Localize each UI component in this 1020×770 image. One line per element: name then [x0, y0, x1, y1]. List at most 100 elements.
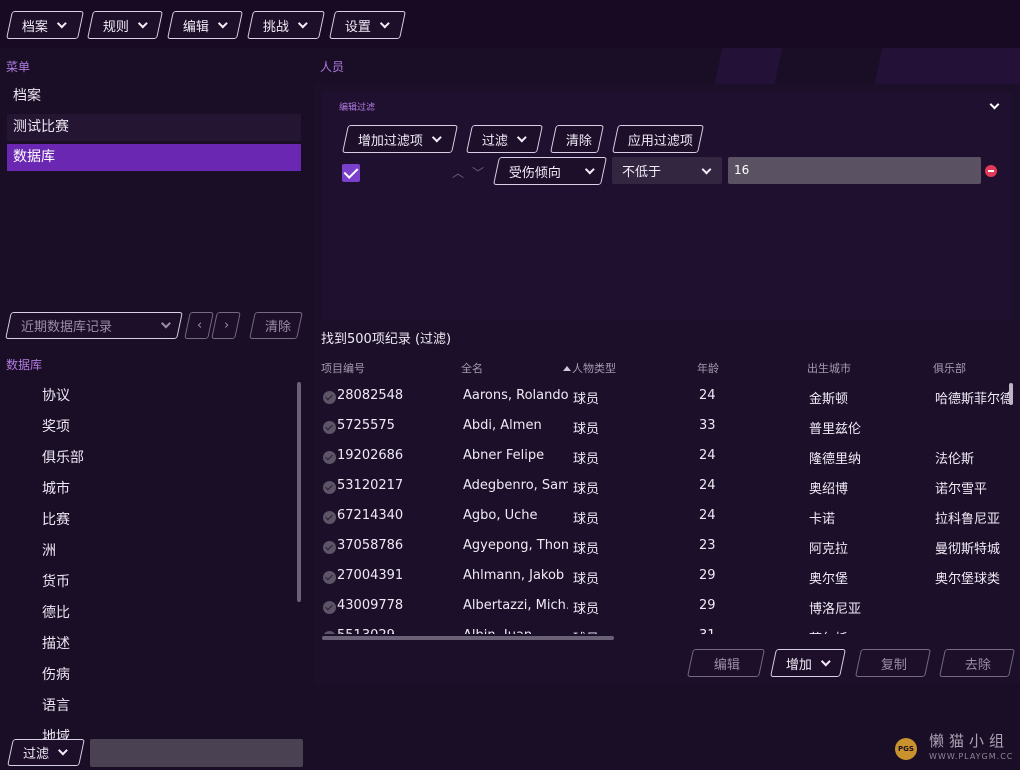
- cell-age: 24: [699, 388, 716, 403]
- column-header-name[interactable]: 全名: [461, 360, 483, 376]
- table-row[interactable]: 43009778 Albertazzi, Mich… 球员 29 博洛尼亚: [320, 592, 1015, 622]
- database-list-scrollbar[interactable]: [297, 382, 301, 602]
- cell-age: 24: [699, 448, 716, 463]
- recent-back-button[interactable]: ‹: [184, 312, 214, 339]
- database-item[interactable]: 奖项: [42, 416, 70, 436]
- apply-filter-button[interactable]: 应用过滤项: [612, 125, 704, 153]
- apply-filter-label: 应用过滤项: [628, 133, 694, 149]
- cell-id: 37058786: [337, 538, 404, 553]
- move-up-down-icon[interactable]: ︿﹀: [452, 164, 492, 181]
- menu-profile[interactable]: 档案: [6, 11, 84, 39]
- database-item[interactable]: 伤病: [42, 664, 70, 684]
- sidebar-item-profile[interactable]: 档案: [7, 83, 301, 110]
- chevron-down-icon: [137, 18, 148, 28]
- database-item[interactable]: 语言: [42, 695, 70, 715]
- chevron-down-icon: [217, 18, 228, 28]
- add-filter-button[interactable]: 增加过滤项: [342, 125, 458, 153]
- recent-db-select[interactable]: 近期数据库记录: [5, 312, 183, 339]
- database-item[interactable]: 描述: [42, 633, 70, 653]
- table-row[interactable]: 37058786 Agyepong, Thom… 球员 23 阿克拉 曼彻斯特城: [320, 532, 1015, 562]
- copy-button-label: 复制: [880, 657, 907, 673]
- database-item[interactable]: 协议: [42, 385, 70, 405]
- table-row[interactable]: 5513029 Albin, Juan 球员 31 萨尔托: [320, 622, 1015, 634]
- column-header-birth-city[interactable]: 出生城市: [807, 360, 851, 376]
- database-item[interactable]: 比赛: [42, 509, 70, 529]
- table-vertical-scrollbar[interactable]: [1009, 383, 1013, 405]
- remove-filter-icon[interactable]: [985, 165, 997, 177]
- verified-icon: [323, 421, 336, 434]
- cell-birth-city: 奥绍博: [809, 482, 849, 497]
- menu-edit-label: 编辑: [183, 19, 210, 35]
- verified-icon: [323, 541, 336, 554]
- cell-age: 29: [699, 598, 716, 613]
- result-count: 找到500项纪录 (过滤): [321, 332, 452, 347]
- column-header-club[interactable]: 俱乐部: [933, 360, 966, 376]
- recent-clear-button[interactable]: 清除: [249, 312, 303, 339]
- chevron-right-icon: ›: [224, 318, 230, 333]
- menu-settings[interactable]: 设置: [329, 11, 406, 39]
- cell-birth-city: 卡诺: [809, 512, 836, 527]
- chevron-down-icon: [431, 132, 442, 142]
- cell-birth-city: 隆德里纳: [809, 452, 862, 467]
- cell-age: 33: [699, 418, 716, 433]
- filter-operator-select[interactable]: 不低于: [612, 157, 722, 184]
- cell-birth-city: 博洛尼亚: [809, 602, 862, 617]
- menu-rules[interactable]: 规则: [87, 11, 163, 39]
- recent-forward-button[interactable]: ›: [211, 312, 241, 339]
- table-row[interactable]: 5725575 Abdi, Almen 球员 33 普里兹伦: [320, 412, 1015, 442]
- cell-name: Ahlmann, Jakob: [463, 568, 565, 583]
- table-horizontal-scrollbar[interactable]: [322, 636, 614, 640]
- verified-icon: [323, 481, 336, 494]
- verified-icon: [323, 601, 336, 614]
- table-row[interactable]: 67214340 Agbo, Uche 球员 24 卡诺 拉科鲁尼亚: [320, 502, 1015, 532]
- database-item[interactable]: 俱乐部: [42, 447, 84, 467]
- filter-text-input[interactable]: [90, 739, 303, 767]
- copy-button[interactable]: 复制: [855, 649, 931, 677]
- app-root: 档案 规则 编辑 挑战 设置 菜单 档案 测试比赛 数据库 近期数据库记录 ‹ …: [0, 0, 1020, 770]
- cell-name: Agyepong, Thom…: [463, 538, 568, 553]
- remove-button[interactable]: 去除: [939, 649, 1015, 677]
- sidebar-item-database[interactable]: 数据库: [7, 144, 301, 171]
- clear-filter-button[interactable]: 清除: [550, 125, 604, 153]
- cell-type: 球员: [573, 452, 600, 467]
- table-row[interactable]: 28082548 Aarons, Rolando 球员 24 金斯顿 哈德斯菲尔德: [320, 382, 1015, 412]
- cell-type: 球员: [573, 628, 683, 634]
- menu-edit[interactable]: 编辑: [167, 11, 243, 39]
- cell-name: Agbo, Uche: [463, 508, 538, 523]
- table-row[interactable]: 19202686 Abner Felipe 球员 24 隆德里纳 法伦斯: [320, 442, 1015, 472]
- cell-age: 24: [699, 508, 716, 523]
- column-header-id[interactable]: 项目编号: [321, 360, 365, 376]
- database-item[interactable]: 货币: [42, 571, 70, 591]
- add-button-label: 增加: [786, 657, 813, 673]
- cell-age: 24: [699, 478, 716, 493]
- menu-settings-label: 设置: [345, 19, 372, 35]
- recent-clear-label: 清除: [265, 320, 292, 335]
- verified-icon: [323, 391, 336, 404]
- filter-dropdown[interactable]: 过滤: [7, 739, 85, 766]
- filter-value-input[interactable]: 16: [728, 157, 981, 184]
- watermark-subtitle: WWW.PLAYGM.CC: [929, 752, 1014, 761]
- database-item[interactable]: 城市: [42, 478, 70, 498]
- database-item[interactable]: 洲: [42, 540, 56, 560]
- column-header-type[interactable]: 人物类型: [563, 360, 616, 376]
- filter-button[interactable]: 过滤: [466, 125, 543, 153]
- table-row[interactable]: 53120217 Adegbenro, Sam… 球员 24 奥绍博 诺尔雪平: [320, 472, 1015, 502]
- sidebar-item-test-match[interactable]: 测试比赛: [7, 114, 301, 141]
- menu-challenge[interactable]: 挑战: [247, 11, 325, 39]
- verified-icon: [323, 631, 336, 634]
- filter-row-checkbox[interactable]: [342, 164, 360, 182]
- edit-filter-title: 编辑过滤: [339, 103, 376, 113]
- database-item[interactable]: 德比: [42, 602, 70, 622]
- cell-age: 23: [699, 538, 716, 553]
- menu-challenge-label: 挑战: [263, 19, 290, 35]
- edit-button[interactable]: 编辑: [687, 649, 765, 677]
- chevron-down-icon: [379, 18, 390, 28]
- chevron-down-icon: [160, 318, 171, 329]
- chevron-down-icon: [820, 656, 831, 666]
- add-button[interactable]: 增加: [770, 649, 846, 677]
- column-header-age[interactable]: 年龄: [697, 360, 719, 376]
- table-row[interactable]: 27004391 Ahlmann, Jakob 球员 29 奥尔堡 奥尔堡球类: [320, 562, 1015, 592]
- filter-field-select[interactable]: 受伤倾向: [493, 157, 607, 185]
- chevron-down-icon: [297, 18, 308, 28]
- cell-id: 67214340: [337, 508, 404, 523]
